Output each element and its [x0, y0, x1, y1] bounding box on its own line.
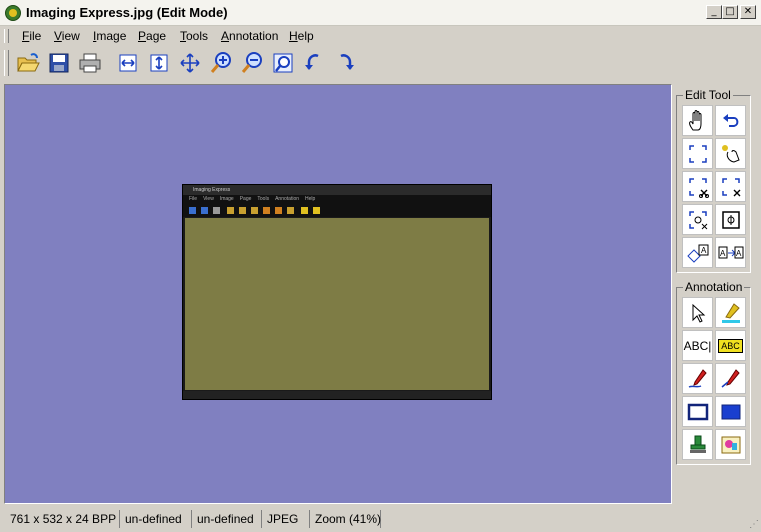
status-zoom: Zoom (41%) [311, 510, 381, 528]
status-dimensions: 761 x 532 x 24 BPP [6, 510, 120, 528]
image-insert-icon[interactable] [715, 429, 746, 460]
menu-page[interactable]: Page [138, 28, 166, 44]
annotation-label: Annotation [683, 280, 745, 294]
highlighter-icon[interactable] [715, 297, 746, 328]
maximize-button[interactable]: □ [722, 5, 738, 19]
menu-help[interactable]: Help [289, 28, 314, 44]
text-replace-icon[interactable]: AA [715, 237, 746, 268]
edit-tool-panel: Edit Tool A AA [676, 88, 751, 273]
menu-view[interactable]: View [54, 28, 80, 44]
menu-grip[interactable] [4, 29, 9, 43]
status-format: JPEG [263, 510, 310, 528]
text-box-icon[interactable]: ABC [715, 330, 746, 361]
image-window-menu: File View Image Page Tools Annotation Help [183, 195, 491, 204]
fit-width-icon[interactable] [113, 48, 143, 78]
rectangle-outline-icon[interactable] [682, 396, 713, 427]
title-bar: Imaging Express.jpg (Edit Mode) _ □ ✕ [0, 0, 761, 26]
freehand-pen-icon[interactable] [682, 363, 713, 394]
select-copy-icon[interactable] [682, 204, 713, 235]
line-pen-icon[interactable] [715, 363, 746, 394]
status-bar: 761 x 532 x 24 BPP un-defined un-defined… [0, 506, 761, 532]
printer-icon[interactable] [75, 48, 105, 78]
select-paste-icon[interactable] [715, 204, 746, 235]
toolbar-grip[interactable] [4, 50, 9, 76]
menu-image[interactable]: Image [93, 28, 126, 44]
edit-tool-label: Edit Tool [683, 88, 733, 102]
save-disk-icon[interactable] [44, 48, 74, 78]
menu-file[interactable]: File [22, 28, 41, 44]
stamp-icon[interactable] [682, 429, 713, 460]
image-menu-tools: Tools [257, 196, 270, 202]
main-toolbar [0, 46, 365, 80]
image-canvas[interactable]: Imaging Express File View Image Page Tools An… [4, 84, 672, 504]
text-tool-label: ABC [683, 338, 709, 353]
displayed-image[interactable]: Imaging Express File View Image Page Tools An… [182, 184, 492, 400]
zoom-out-icon[interactable] [237, 48, 267, 78]
lasso-select-icon[interactable] [715, 138, 746, 169]
window-title: Imaging Express.jpg (Edit Mode) [26, 5, 228, 20]
image-window-titlebar: Imaging Express [183, 185, 491, 195]
app-icon[interactable] [5, 5, 21, 21]
hand-pan-icon[interactable] [682, 105, 713, 136]
svg-text:A: A [701, 246, 707, 255]
text-tool-icon[interactable]: ABC | [682, 330, 713, 361]
resize-grip[interactable]: ⋰ [749, 519, 759, 530]
crop-rect-alt-icon[interactable] [715, 171, 746, 202]
fit-height-icon[interactable] [144, 48, 174, 78]
rect-select-icon[interactable] [682, 138, 713, 169]
zoom-in-icon[interactable] [206, 48, 236, 78]
image-content-area [185, 218, 489, 390]
image-menu-view: View [203, 196, 214, 202]
image-menu-help: Help [305, 196, 316, 202]
minimize-button[interactable]: _ [706, 5, 722, 19]
image-menu-file: File [189, 196, 198, 202]
text-box-label: ABC [718, 338, 743, 353]
rotate-right-icon[interactable] [330, 48, 360, 78]
close-button[interactable]: ✕ [740, 5, 756, 19]
menu-annotation[interactable]: Annotation [221, 28, 278, 44]
rotate-left-icon[interactable] [299, 48, 329, 78]
status-field-3: un-defined [193, 510, 262, 528]
zoom-fit-icon[interactable] [268, 48, 298, 78]
image-menu-annotation: Annotation [275, 196, 300, 202]
menu-tools[interactable]: Tools [180, 28, 208, 44]
menu-bar: File View Image Page Tools Annotation He… [0, 26, 761, 46]
fit-window-icon[interactable] [175, 48, 205, 78]
crop-rect-icon[interactable] [682, 171, 713, 202]
pointer-icon[interactable] [682, 297, 713, 328]
svg-text:A: A [736, 249, 742, 258]
image-menu-page: Page [239, 196, 252, 202]
image-window-title: Imaging Express [193, 187, 231, 193]
image-menu-image: Image [219, 196, 234, 202]
rectangle-filled-icon[interactable] [715, 396, 746, 427]
open-folder-icon[interactable] [13, 48, 43, 78]
status-field-2: un-defined [121, 510, 192, 528]
annotation-panel: Annotation ABC | ABC [676, 280, 751, 465]
undo-icon[interactable] [715, 105, 746, 136]
transform-text-icon[interactable]: A [682, 237, 713, 268]
svg-text:A: A [720, 249, 726, 258]
image-window-statusbar [183, 391, 491, 399]
image-window-toolbar [183, 204, 491, 217]
